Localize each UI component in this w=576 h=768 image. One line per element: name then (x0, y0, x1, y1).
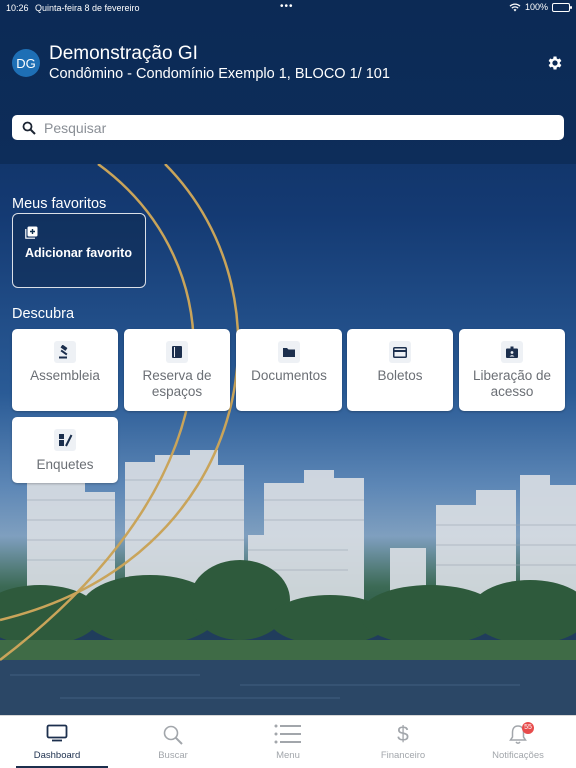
tile-documentos[interactable]: Documentos (236, 329, 342, 411)
user-unit-subtitle: Condômino - Condomínio Exemplo 1, BLOCO … (49, 66, 390, 82)
search-bar[interactable] (12, 115, 564, 140)
tile-label: Reserva de espaços (142, 368, 212, 399)
tab-financeiro[interactable]: $ Financeiro (351, 716, 455, 768)
tile-label: Documentos (251, 368, 327, 383)
battery-icon (552, 2, 572, 12)
status-time: 10:26 (6, 3, 29, 13)
user-name: Demonstração GI (49, 43, 198, 64)
tile-label: Assembleia (30, 368, 100, 383)
discover-title: Descubra (12, 306, 75, 322)
gear-icon[interactable] (546, 54, 564, 72)
tab-label: Buscar (158, 750, 188, 761)
tile-boletos[interactable]: Boletos (347, 329, 453, 411)
status-bar: 10:26 Quinta-feira 8 de fevereiro ••• 10… (0, 0, 576, 16)
wifi-icon (509, 2, 521, 11)
add-favorite-button[interactable]: Adicionar favorito (12, 213, 146, 288)
tile-reserva-espacos[interactable]: Reserva de espaços (124, 329, 230, 411)
favorites-title: Meus favoritos (12, 196, 107, 212)
notification-badge: 55 (522, 722, 534, 734)
status-right: 100% (509, 2, 572, 12)
search-icon (163, 725, 183, 745)
poll-icon (54, 429, 76, 451)
tab-label: Notificações (492, 750, 544, 761)
multitasking-dots-icon[interactable]: ••• (280, 1, 294, 12)
menu-icon (274, 724, 301, 744)
tile-label: Enquetes (36, 457, 94, 472)
tile-enquetes[interactable]: Enquetes (12, 417, 118, 483)
card-icon (389, 341, 411, 363)
id-badge-icon (501, 341, 523, 363)
folder-icon (278, 341, 300, 363)
tab-label: Dashboard (33, 750, 81, 761)
gavel-icon (54, 341, 76, 363)
tile-liberacao-acesso[interactable]: Liberação de acesso (459, 329, 565, 411)
tab-dashboard[interactable]: Dashboard (5, 716, 109, 768)
monitor-icon (46, 724, 68, 742)
bottom-tab-bar: Dashboard Buscar Menu $ Financeiro 55 No… (0, 715, 576, 768)
tile-label: Liberação de acesso (472, 368, 552, 399)
dollar-icon: $ (397, 723, 409, 746)
add-box-icon (25, 226, 38, 239)
add-favorite-label: Adicionar favorito (25, 246, 132, 260)
tab-label: Financeiro (380, 750, 426, 761)
tile-label: Boletos (377, 368, 423, 383)
book-icon (166, 341, 188, 363)
search-icon (22, 121, 36, 135)
tab-buscar[interactable]: Buscar (121, 716, 225, 768)
app-header: 10:26 Quinta-feira 8 de fevereiro ••• 10… (0, 0, 576, 164)
avatar[interactable]: DG (12, 49, 40, 77)
tile-assembleia[interactable]: Assembleia (12, 329, 118, 411)
tab-notificacoes[interactable]: 55 Notificações (466, 716, 570, 768)
status-date: Quinta-feira 8 de fevereiro (35, 3, 140, 13)
tab-label: Menu (276, 750, 300, 761)
tab-menu[interactable]: Menu (236, 716, 340, 768)
battery-percent: 100% (524, 2, 548, 12)
search-input[interactable] (44, 119, 544, 136)
